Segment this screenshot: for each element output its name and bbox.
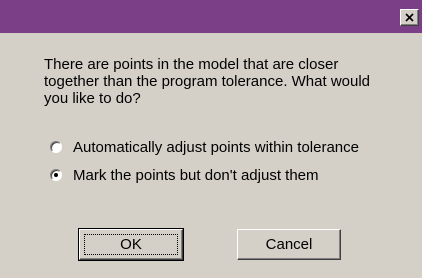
close-button[interactable] xyxy=(400,9,419,26)
tolerance-dialog: There are points in the model that are c… xyxy=(0,0,422,278)
close-icon xyxy=(405,13,414,22)
cancel-button[interactable]: Cancel xyxy=(237,229,341,260)
message-line: together than the program tolerance. Wha… xyxy=(44,73,371,90)
radio-auto-adjust[interactable] xyxy=(50,141,62,153)
dialog-message: There are points in the model that are c… xyxy=(44,56,404,107)
message-line: you like to do? xyxy=(44,90,141,107)
option-label: Mark the points but don't adjust them xyxy=(73,166,319,184)
option-mark-points[interactable]: Mark the points but don't adjust them xyxy=(50,165,319,185)
option-auto-adjust[interactable]: Automatically adjust points within toler… xyxy=(50,137,359,157)
title-bar xyxy=(0,0,422,33)
ok-label: OK xyxy=(120,236,142,253)
cancel-label: Cancel xyxy=(265,236,313,253)
message-line: There are points in the model that are c… xyxy=(44,56,339,73)
ok-button[interactable]: OK xyxy=(78,228,184,261)
radio-selected-dot xyxy=(54,173,58,177)
radio-mark-points[interactable] xyxy=(50,169,62,181)
option-label: Automatically adjust points within toler… xyxy=(73,138,359,156)
